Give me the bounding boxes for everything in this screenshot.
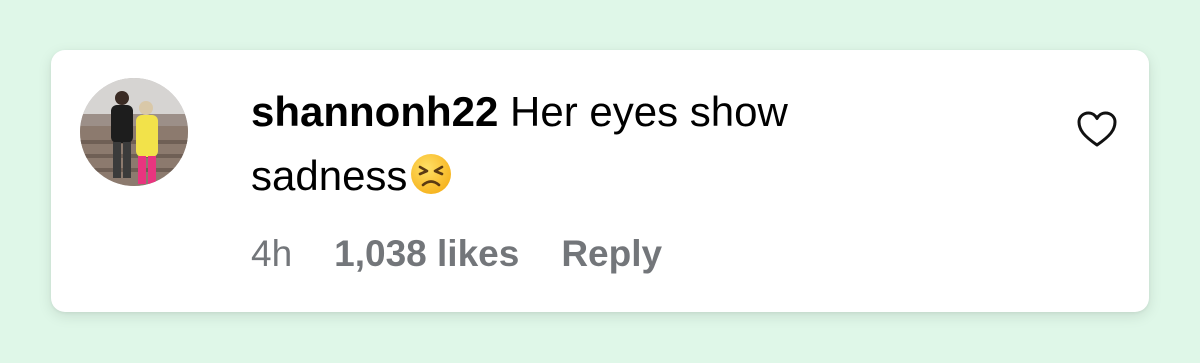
persevering-face-emoji-icon <box>409 150 453 194</box>
username[interactable]: shannonh22 <box>251 88 498 135</box>
reply-button[interactable]: Reply <box>561 232 662 276</box>
comment-meta: 4h 1,038 likes Reply <box>251 232 662 276</box>
likes-count-link[interactable]: 1,038 likes <box>334 232 519 276</box>
comment-card: shannonh22 Her eyes show sadness 4h 1,03… <box>51 50 1149 312</box>
timestamp: 4h <box>251 233 293 274</box>
comment-body: shannonh22 Her eyes show sadness <box>251 80 951 208</box>
heart-icon[interactable] <box>1076 110 1118 148</box>
avatar[interactable] <box>80 78 188 186</box>
